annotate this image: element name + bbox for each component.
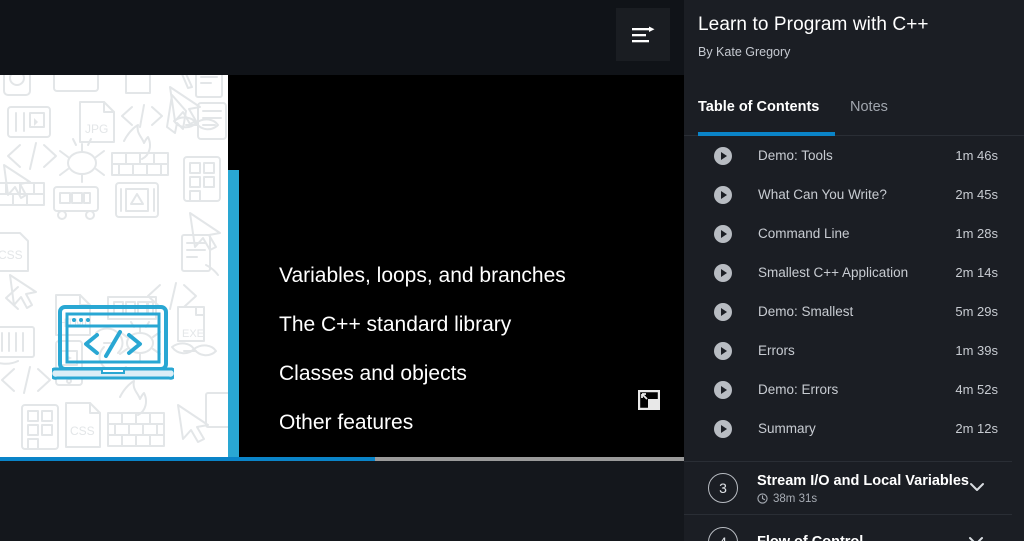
tab-table-of-contents[interactable]: Table of Contents <box>698 88 819 136</box>
module-meta: 38m 31s <box>757 493 969 505</box>
table-of-contents-list[interactable]: Demo: Tools 1m 46s What Can You Write? 2… <box>684 136 1012 541</box>
play-icon <box>714 302 732 321</box>
svg-text:CSS: CSS <box>0 248 23 262</box>
clip-duration: 2m 12s <box>955 421 998 436</box>
list-item[interactable]: Smallest C++ Application 2m 14s <box>684 253 1012 292</box>
course-header: Learn to Program with C++ By Kate Gregor… <box>684 0 1024 59</box>
clip-title: Demo: Errors <box>758 382 839 397</box>
play-icon <box>714 341 732 360</box>
tech-icon-pattern: JPG CSS HTML EXE CSS <box>0 75 228 450</box>
sidebar-tabs: Table of Contents Notes <box>684 88 1024 136</box>
slide-illustration: JPG CSS HTML EXE CSS <box>0 75 228 457</box>
module-row[interactable]: 4 Flow of Control <box>684 515 1012 541</box>
slide-bullet: Other features <box>279 411 414 434</box>
video-stage[interactable]: JPG CSS HTML EXE CSS Variables, loops, a… <box>0 75 684 457</box>
play-icon <box>714 224 732 243</box>
list-item[interactable]: Summary 2m 12s <box>684 409 1012 448</box>
list-item[interactable]: Errors 1m 39s <box>684 331 1012 370</box>
slide-bullet: The C++ standard library <box>279 313 512 336</box>
clock-icon <box>757 493 768 504</box>
clip-title: Demo: Tools <box>758 148 833 163</box>
svg-text:JPG: JPG <box>85 122 108 136</box>
slide-accent-bar <box>228 170 239 457</box>
clip-title: Summary <box>758 421 816 436</box>
player-top-bar <box>0 0 684 75</box>
video-player: JPG CSS HTML EXE CSS Variables, loops, a… <box>0 0 684 541</box>
clip-duration: 1m 46s <box>955 148 998 163</box>
slide-bullet: Variables, loops, and branches <box>279 264 566 287</box>
course-author: By Kate Gregory <box>698 45 791 59</box>
clip-duration: 2m 14s <box>955 265 998 280</box>
chevron-down-icon[interactable] <box>968 533 984 541</box>
list-item[interactable]: Demo: Tools 1m 46s <box>684 136 1012 175</box>
clip-title: Demo: Smallest <box>758 304 854 319</box>
player-bottom-area <box>0 461 684 541</box>
play-icon <box>714 419 732 438</box>
course-player-page: JPG CSS HTML EXE CSS Variables, loops, a… <box>0 0 1024 541</box>
module-number: 4 <box>708 526 738 541</box>
tab-notes[interactable]: Notes <box>850 88 888 136</box>
svg-text:EXE: EXE <box>182 328 204 340</box>
module-title: Flow of Control <box>757 534 863 541</box>
module-texts: Flow of Control <box>757 533 968 541</box>
clip-title: Smallest C++ Application <box>758 265 909 280</box>
module-title: Stream I/O and Local Variables <box>757 472 969 489</box>
module-number: 3 <box>708 473 738 503</box>
play-icon <box>714 380 732 399</box>
clip-title: Errors <box>758 343 795 358</box>
play-icon <box>714 263 732 282</box>
clip-duration: 1m 39s <box>955 343 998 358</box>
slide-bullet: Classes and objects <box>279 362 467 385</box>
clip-duration: 2m 45s <box>955 187 998 202</box>
clip-title: Command Line <box>758 226 850 241</box>
playlist-queue-icon[interactable] <box>616 8 670 61</box>
svg-text:CSS: CSS <box>70 424 95 438</box>
list-item[interactable]: Demo: Smallest 5m 29s <box>684 292 1012 331</box>
list-item[interactable]: Demo: Errors 4m 52s <box>684 370 1012 409</box>
list-item[interactable]: Command Line 1m 28s <box>684 214 1012 253</box>
page-title: Learn to Program with C++ <box>698 14 929 35</box>
clip-title: What Can You Write? <box>758 187 887 202</box>
laptop-code-logo <box>52 305 174 380</box>
module-texts: Stream I/O and Local Variables 38m 31s <box>757 472 969 505</box>
slide-bullet-list: Variables, loops, and branches The C++ s… <box>279 251 639 447</box>
course-sidebar: Learn to Program with C++ By Kate Gregor… <box>684 0 1024 541</box>
picture-in-picture-icon[interactable] <box>634 385 664 415</box>
module-row[interactable]: 3 Stream I/O and Local Variables 38m 31s <box>684 461 1012 515</box>
play-icon <box>714 146 732 165</box>
chevron-down-icon[interactable] <box>969 479 985 497</box>
clip-duration: 1m 28s <box>955 226 998 241</box>
list-item[interactable]: What Can You Write? 2m 45s <box>684 175 1012 214</box>
play-icon <box>714 185 732 204</box>
clip-duration: 5m 29s <box>955 304 998 319</box>
clip-duration: 4m 52s <box>955 382 998 397</box>
module-duration: 38m 31s <box>773 492 818 505</box>
